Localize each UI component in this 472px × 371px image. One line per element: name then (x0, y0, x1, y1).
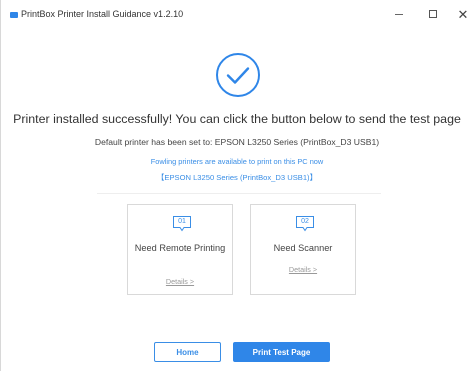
installer-window: PrintBox Printer Install Guidance v1.2.1… (0, 0, 472, 371)
divider (97, 193, 381, 194)
close-button[interactable]: ✕ (451, 4, 472, 24)
available-printer-item: 【EPSON L3250 Series (PrintBox_D3 USB1)】 (156, 173, 318, 182)
card-title: Need Remote Printing (134, 243, 226, 253)
default-printer-text: Default printer has been set to: EPSON L… (94, 137, 380, 147)
success-headline: Printer installed successfully! You can … (13, 112, 461, 126)
remote-printing-details-link[interactable]: Details > (128, 277, 232, 286)
maximize-icon (429, 10, 437, 18)
maximize-button[interactable] (421, 4, 445, 24)
available-printers-note: Fowling printers are available to print … (150, 157, 324, 166)
window-title: PrintBox Printer Install Guidance v1.2.1… (21, 9, 184, 19)
remote-printing-card[interactable]: 01 Need Remote Printing Details > (127, 204, 233, 295)
print-test-page-button[interactable]: Print Test Page (233, 342, 330, 362)
card-number: 02 (301, 218, 309, 225)
minimize-button[interactable] (387, 4, 411, 24)
minimize-icon (395, 13, 403, 15)
close-icon: ✕ (457, 6, 469, 22)
title-bar[interactable]: PrintBox Printer Install Guidance v1.2.1… (1, 0, 472, 30)
scanner-details-link[interactable]: Details > (251, 265, 355, 274)
card-title: Need Scanner (273, 243, 333, 253)
checkmark-circle-icon (216, 53, 260, 97)
card-number: 01 (178, 218, 186, 225)
app-icon (10, 12, 18, 18)
scanner-card[interactable]: 02 Need Scanner Details > (250, 204, 356, 295)
number-badge-icon: 01 (172, 215, 192, 232)
number-badge-icon: 02 (295, 215, 315, 232)
home-button[interactable]: Home (154, 342, 221, 362)
